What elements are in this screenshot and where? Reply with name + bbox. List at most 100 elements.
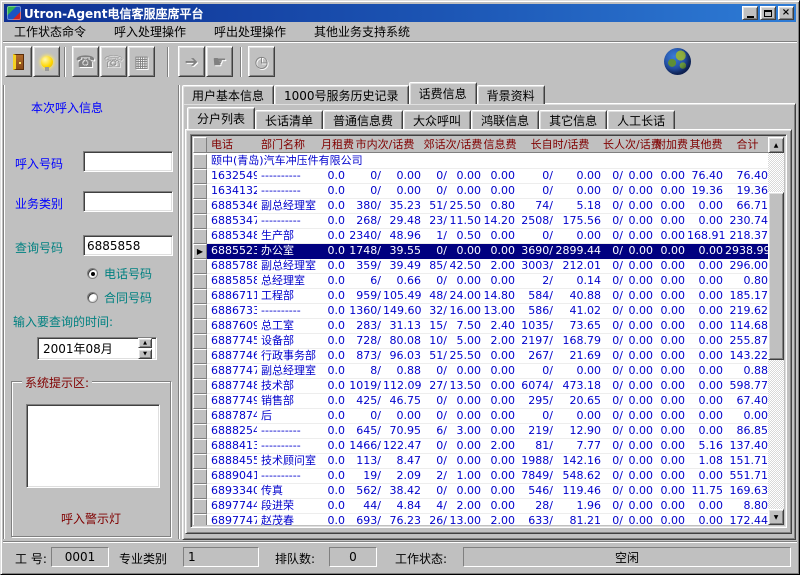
row-selector[interactable] [193, 379, 207, 394]
cell: 168.91 [687, 229, 725, 244]
table-row[interactable]: 6886733----------0.01360/149.6032/16.001… [193, 304, 768, 319]
minimize-button[interactable] [742, 6, 758, 20]
table-row[interactable]: 6887874后0.00/0.000/0.000.000/0.000/0.000… [193, 409, 768, 424]
table-row[interactable]: 1632549----------0.00/0.000/0.000.000/0.… [193, 169, 768, 184]
table-row[interactable]: 6889041----------0.019/2.092/1.000.00784… [193, 469, 768, 484]
subtab-common-info-fee[interactable]: 普通信息费 [323, 110, 403, 129]
row-selector[interactable] [193, 289, 207, 304]
radio-phone-number[interactable]: 电话号码 [87, 265, 152, 282]
lamp-button[interactable] [33, 46, 60, 77]
menu-inbound-ops[interactable]: 呼入处理操作 [112, 21, 188, 42]
spin-down-button[interactable]: ▼ [138, 349, 152, 359]
keypad-button[interactable]: ▦ [128, 46, 155, 77]
cell: 1634132 [207, 184, 257, 199]
row-selector[interactable] [193, 454, 207, 469]
row-selector[interactable] [193, 469, 207, 484]
restore-button[interactable] [760, 6, 776, 20]
pickup-button[interactable]: ☛ [206, 46, 233, 77]
answer-call-button[interactable]: ☎ [72, 46, 99, 77]
table-row[interactable]: ▶6885523办公室0.01748/39.550/0.000.003690/2… [193, 244, 768, 259]
cell: 425/ [347, 394, 383, 409]
radio-contract-number[interactable]: 合同号码 [87, 289, 152, 306]
caller-number-input[interactable] [83, 151, 173, 172]
row-selector[interactable] [193, 394, 207, 409]
tab-1000-service-history[interactable]: 1000号服务历史记录 [274, 85, 409, 104]
table-row[interactable]: 6887746行政事务部0.0873/96.0351/25.500.00267/… [193, 349, 768, 364]
exit-button[interactable] [5, 46, 32, 77]
company-row[interactable]: 颐中(青岛)汽车冲压件有限公司 [193, 154, 768, 169]
row-selector[interactable] [193, 484, 207, 499]
cell: 0.00 [483, 379, 517, 394]
table-row[interactable]: 6885346副总经理室0.0380/35.2351/25.500.8074/5… [193, 199, 768, 214]
close-button[interactable]: × [778, 6, 794, 20]
scrollbar-thumb[interactable] [768, 192, 784, 360]
tab-user-basic-info[interactable]: 用户基本信息 [182, 85, 274, 104]
row-selector[interactable] [193, 229, 207, 244]
table-row[interactable]: 6888413----------0.01466/122.470/0.002.0… [193, 439, 768, 454]
table-row[interactable]: 6885858总经理室0.06/0.660/0.000.002/0.140/0.… [193, 274, 768, 289]
cell: 0.00 [655, 349, 687, 364]
row-selector[interactable] [193, 154, 207, 169]
row-selector-current[interactable]: ▶ [193, 244, 207, 259]
cell: 0/ [423, 484, 449, 499]
table-row[interactable]: 6885348生产部0.02340/48.961/0.500.000/0.000… [193, 229, 768, 244]
table-row[interactable]: 6897747赵茂春0.0693/76.2326/13.002.00633/81… [193, 514, 768, 525]
transfer-button[interactable]: ➔ [178, 46, 205, 77]
cell: 6885348 [207, 229, 257, 244]
tab-background-info[interactable]: 背景资料 [477, 85, 545, 104]
system-prompt-textarea[interactable] [26, 404, 160, 488]
menu-other-services[interactable]: 其他业务支持系统 [312, 21, 412, 42]
cell: 0.00 [687, 259, 725, 274]
row-selector[interactable] [193, 424, 207, 439]
spin-up-button[interactable]: ▲ [138, 338, 152, 348]
table-row[interactable]: 6886711工程部0.0959/105.4948/24.0014.80584/… [193, 289, 768, 304]
scroll-down-button[interactable]: ▼ [768, 509, 784, 525]
row-selector[interactable] [193, 439, 207, 454]
row-selector[interactable] [193, 304, 207, 319]
row-selector[interactable] [193, 184, 207, 199]
table-row[interactable]: 6887748技术部0.01019/112.0927/13.500.006074… [193, 379, 768, 394]
scroll-up-button[interactable]: ▲ [768, 137, 784, 153]
table-row[interactable]: 6887609总工室0.0283/31.1315/7.502.401035/73… [193, 319, 768, 334]
row-selector[interactable] [193, 214, 207, 229]
row-selector[interactable] [193, 349, 207, 364]
subtab-mass-call[interactable]: 大众呼叫 [403, 110, 471, 129]
row-selector[interactable] [193, 334, 207, 349]
subtab-manual-long-distance[interactable]: 人工长话 [607, 110, 675, 129]
subtab-long-distance-list[interactable]: 长话清单 [255, 110, 323, 129]
table-row[interactable]: 6897744段进荣0.044/4.844/2.000.0028/1.960/0… [193, 499, 768, 514]
table-row[interactable]: 6885347----------0.0268/29.4823/11.5014.… [193, 214, 768, 229]
subtab-account-list[interactable]: 分户列表 [187, 107, 255, 129]
row-selector[interactable] [193, 409, 207, 424]
cell: 0.00 [555, 229, 603, 244]
query-number-input[interactable] [83, 235, 173, 256]
cell: 1035/ [517, 319, 555, 334]
row-selector[interactable] [193, 364, 207, 379]
subtab-other-info[interactable]: 其它信息 [539, 110, 607, 129]
table-row[interactable]: 6893340传真0.0562/38.420/0.000.00546/119.4… [193, 484, 768, 499]
table-row[interactable]: 6887749销售部0.0425/46.750/0.000.00295/20.6… [193, 394, 768, 409]
table-row[interactable]: 6888455技术顾问室0.0113/8.470/0.000.001988/14… [193, 454, 768, 469]
dial-button[interactable]: ◷ [248, 46, 275, 77]
row-selector[interactable] [193, 514, 207, 525]
row-selector[interactable] [193, 259, 207, 274]
row-selector[interactable] [193, 169, 207, 184]
subtab-honglian-info[interactable]: 鸿联信息 [471, 110, 539, 129]
table-row[interactable]: 6887745设备部0.0728/80.0810/5.002.002197/16… [193, 334, 768, 349]
release-call-button[interactable]: ☏ [100, 46, 127, 77]
menu-work-state[interactable]: 工作状态命令 [12, 21, 88, 42]
tab-call-fee-info[interactable]: 话费信息 [409, 82, 477, 104]
table-row[interactable]: 6885788副总经理室0.0359/39.4985/42.502.003003… [193, 259, 768, 274]
table-row[interactable]: 1634132----------0.00/0.000/0.000.000/0.… [193, 184, 768, 199]
row-selector[interactable] [193, 499, 207, 514]
row-selector[interactable] [193, 274, 207, 289]
cell: 267/ [517, 349, 555, 364]
row-selector[interactable] [193, 199, 207, 214]
table-row[interactable]: 6888254----------0.0645/70.956/3.000.002… [193, 424, 768, 439]
table-row[interactable]: 6887747副总经理室0.08/0.880/0.000.000/0.000/0… [193, 364, 768, 379]
query-time-spinner[interactable]: 2001年08月 ▲ ▼ [37, 337, 157, 360]
row-selector[interactable] [193, 319, 207, 334]
vertical-scrollbar[interactable]: ▲ ▼ [768, 137, 784, 525]
menu-outbound-ops[interactable]: 呼出处理操作 [212, 21, 288, 42]
business-type-input[interactable] [83, 191, 173, 212]
